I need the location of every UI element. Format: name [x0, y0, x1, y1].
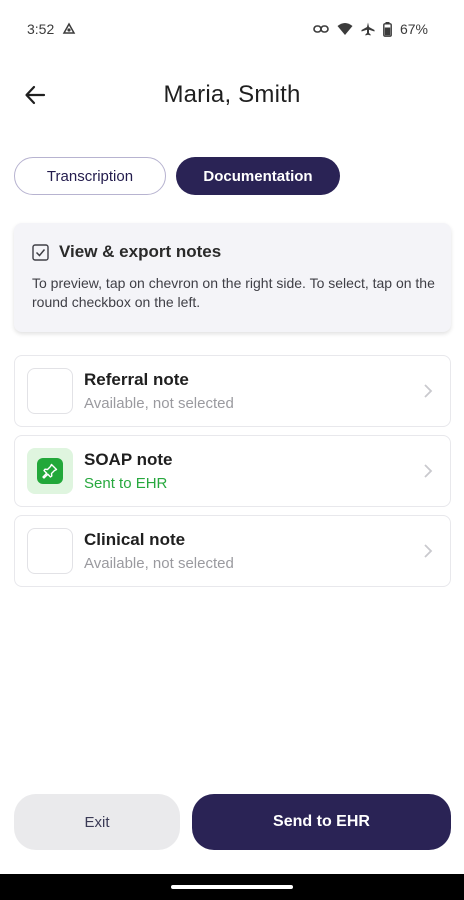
note-title: Referral note	[84, 370, 189, 389]
note-text: Referral note Available, not selected	[84, 370, 420, 412]
note-list: Referral note Available, not selected SO…	[14, 355, 451, 595]
battery-percent: 67%	[399, 21, 428, 37]
info-card: View & export notes To preview, tap on c…	[14, 223, 451, 332]
system-nav-bar	[0, 874, 464, 900]
chevron-right-icon[interactable]	[420, 463, 436, 479]
note-card-referral[interactable]: Referral note Available, not selected	[14, 355, 451, 427]
wifi-icon	[337, 22, 353, 36]
exit-button[interactable]: Exit	[14, 794, 180, 850]
note-status: Available, not selected	[84, 395, 234, 412]
tab-transcription[interactable]: Transcription	[14, 157, 166, 195]
back-button[interactable]	[20, 80, 50, 110]
info-title: View & export notes	[59, 242, 222, 261]
check-badge	[37, 458, 63, 484]
info-description: To preview, tap on chevron on the right …	[32, 275, 435, 310]
bottom-action-bar: Exit Send to EHR	[14, 794, 451, 852]
note-checkbox[interactable]	[27, 528, 73, 574]
battery-icon	[383, 21, 392, 37]
note-card-soap[interactable]: SOAP note Sent to EHR	[14, 435, 451, 507]
note-status: Sent to EHR	[84, 475, 168, 492]
info-title-row: View & export notes	[32, 242, 435, 262]
send-to-ehr-button[interactable]: Send to EHR	[192, 794, 451, 850]
tabs: Transcription Documentation	[14, 157, 340, 195]
checkbox-icon	[32, 243, 49, 261]
note-title: SOAP note	[84, 450, 173, 469]
note-title: Clinical note	[84, 530, 186, 549]
note-card-clinical[interactable]: Clinical note Available, not selected	[14, 515, 451, 587]
note-text: SOAP note Sent to EHR	[84, 450, 420, 492]
chevron-right-icon[interactable]	[420, 543, 436, 559]
status-left: 3:52	[27, 21, 76, 37]
note-text: Clinical note Available, not selected	[84, 530, 420, 572]
page-title: Maria, Smith	[163, 81, 301, 108]
chevron-right-icon[interactable]	[420, 383, 436, 399]
alarm-icon	[62, 22, 76, 36]
note-checkbox-checked[interactable]	[27, 448, 73, 494]
status-right: 67%	[313, 21, 428, 37]
link-icon	[313, 23, 329, 35]
arrow-left-icon	[25, 85, 46, 105]
note-status: Available, not selected	[84, 555, 234, 572]
status-time: 3:52	[27, 21, 55, 37]
note-checkbox[interactable]	[27, 368, 73, 414]
header: Maria, Smith	[0, 70, 464, 120]
home-indicator[interactable]	[171, 885, 293, 889]
status-bar: 3:52 67%	[0, 0, 464, 58]
tab-documentation[interactable]: Documentation	[176, 157, 340, 195]
pin-icon	[42, 463, 58, 479]
airplane-icon	[361, 22, 375, 36]
